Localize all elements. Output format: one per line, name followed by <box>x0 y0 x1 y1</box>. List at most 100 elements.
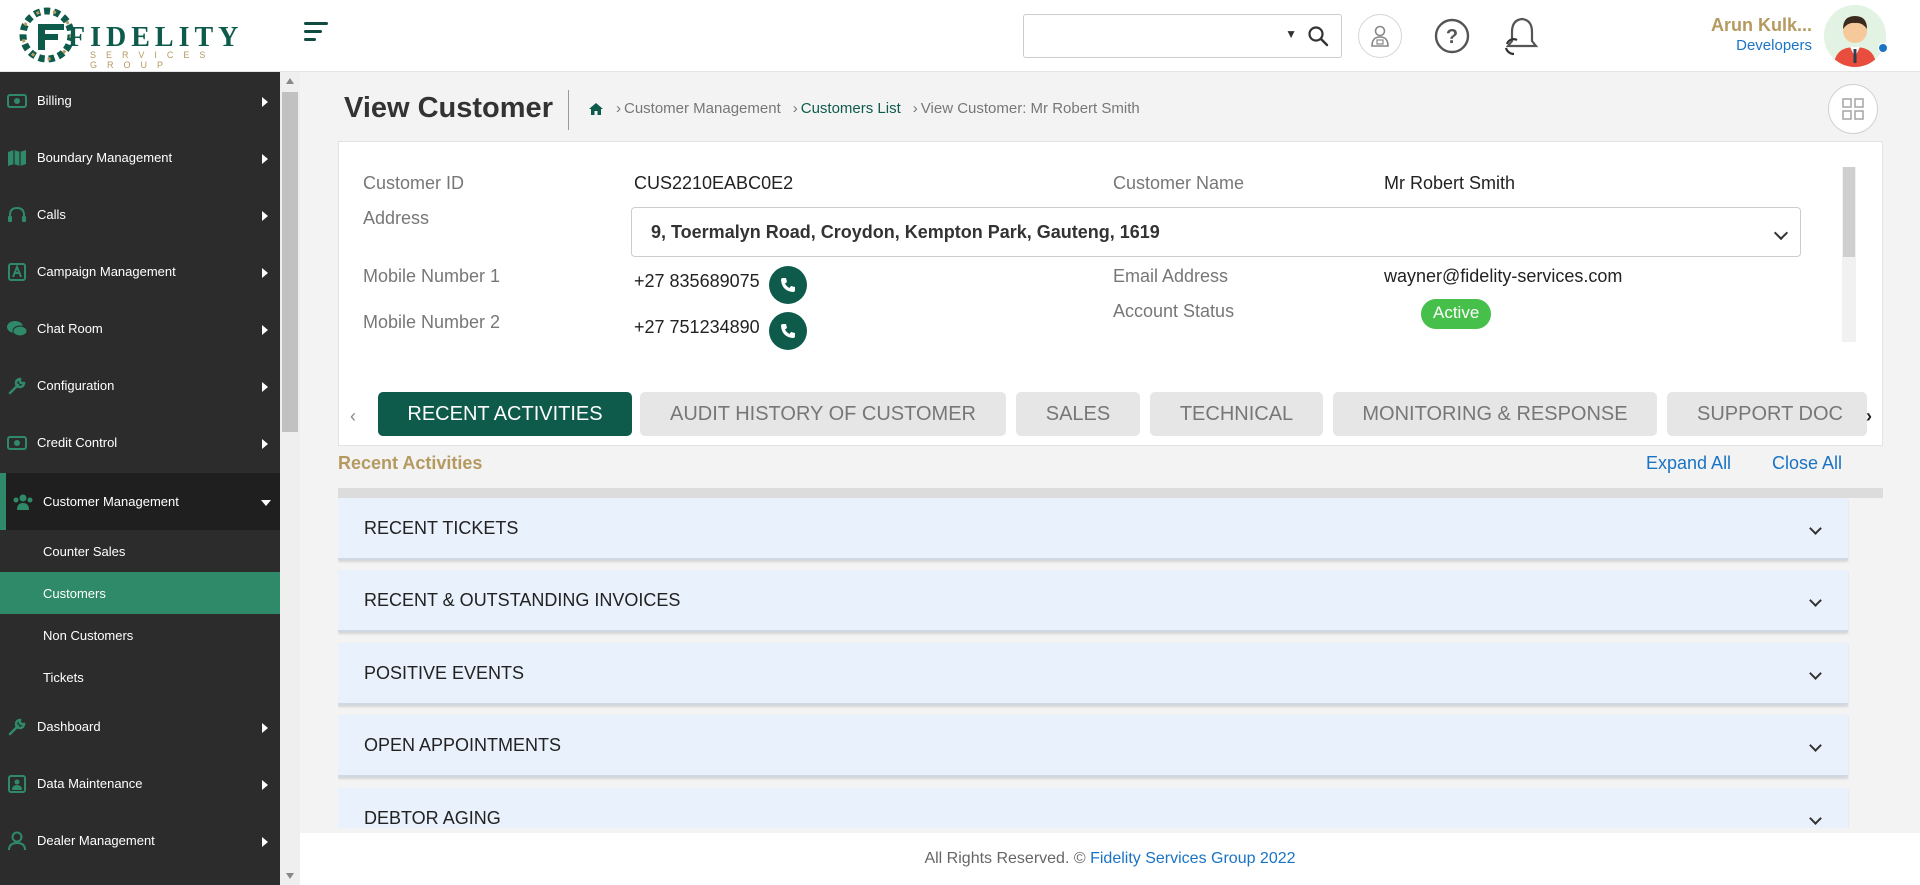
tab-sales[interactable]: SALES <box>1016 392 1140 436</box>
footer-company-link[interactable]: Fidelity Services Group 2022 <box>1090 850 1295 867</box>
search-icon[interactable] <box>1307 25 1329 47</box>
sidebar-scrollbar[interactable] <box>280 72 300 885</box>
avatar-image <box>1824 5 1886 67</box>
agent-status-button[interactable] <box>1358 14 1402 58</box>
accordion-list: RECENT TICKETS RECENT & OUTSTANDING INVO… <box>338 498 1883 828</box>
customer-id-value: CUS2210EABC0E2 <box>634 173 794 193</box>
chevron-down-icon <box>1809 594 1822 607</box>
home-icon[interactable] <box>588 102 604 116</box>
headset-icon <box>6 206 28 224</box>
sidebar-subitem-label: Non Customers <box>43 627 134 643</box>
database-icon <box>6 774 28 793</box>
search-dropdown-icon[interactable]: ▼ <box>1285 27 1297 41</box>
help-button[interactable]: ? <box>1430 14 1474 58</box>
grid-icon <box>1842 98 1864 120</box>
user-name[interactable]: Arun Kulk... <box>1711 15 1812 36</box>
tabs-row: ‹ RECENT ACTIVITIES AUDIT HISTORY OF CUS… <box>338 392 1883 438</box>
scrollbar-thumb[interactable] <box>1843 167 1855 257</box>
sidebar-item-billing[interactable]: Billing <box>0 72 280 129</box>
chevron-right-icon <box>262 154 268 164</box>
sidebar-item-boundary-management[interactable]: Boundary Management <box>0 129 280 186</box>
bell-icon <box>1504 17 1539 56</box>
chevron-down-icon <box>1773 225 1789 241</box>
divider-strip <box>338 488 1883 498</box>
accordion-invoices[interactable]: RECENT & OUTSTANDING INVOICES <box>338 570 1848 632</box>
copyright-text: All Rights Reserved. © <box>924 850 1086 867</box>
customer-name-label: Customer Name <box>1113 173 1245 193</box>
brand-logo[interactable]: FIDELITY SERVICES GROUP <box>18 6 258 70</box>
mobile-number-2-label: Mobile Number 2 <box>363 312 501 332</box>
email-label: Email Address <box>1113 266 1229 286</box>
sidebar-item-label: Credit Control <box>37 435 118 450</box>
layout-toggle-button[interactable] <box>1828 84 1878 134</box>
sidebar-item-dashboard[interactable]: Dashboard <box>0 698 280 755</box>
sidebar-subitem-counter-sales[interactable]: Counter Sales <box>0 530 280 572</box>
accordion-open-appointments[interactable]: OPEN APPOINTMENTS <box>338 715 1848 777</box>
chevron-down-icon <box>1809 739 1822 752</box>
wrench-icon <box>6 718 28 736</box>
sidebar-subitem-non-customers[interactable]: Non Customers <box>0 614 280 656</box>
chevron-down-icon <box>1809 522 1822 535</box>
tab-monitoring-response[interactable]: MONITORING & RESPONSE <box>1333 392 1657 436</box>
breadcrumb-customers-list[interactable]: Customers List <box>801 100 901 117</box>
sidebar-subitem-tickets[interactable]: Tickets <box>0 656 280 698</box>
money-icon <box>6 434 28 452</box>
accordion-title: DEBTOR AGING <box>364 808 501 828</box>
call-mobile-1-button[interactable] <box>769 266 807 304</box>
sidebar-item-configuration[interactable]: Configuration <box>0 357 280 414</box>
breadcrumb-customer-management[interactable]: Customer Management <box>624 100 781 117</box>
section-title: Recent Activities <box>338 453 483 473</box>
wrench-icon <box>6 377 28 395</box>
notifications-button[interactable] <box>1500 14 1544 58</box>
tab-technical[interactable]: TECHNICAL <box>1150 392 1323 436</box>
accordion-recent-tickets[interactable]: RECENT TICKETS <box>338 498 1848 560</box>
accordion-debtor-aging[interactable]: DEBTOR AGING <box>338 788 1848 828</box>
sidebar-subitem-label: Customers <box>43 585 106 601</box>
address-select[interactable]: 9, Toermalyn Road, Croydon, Kempton Park… <box>631 207 1801 257</box>
scroll-up-icon[interactable] <box>286 78 294 84</box>
breadcrumb: › Customer Management › Customers List ›… <box>588 100 1140 117</box>
sidebar-item-dealer-management[interactable]: Dealer Management <box>0 812 280 869</box>
call-mobile-2-button[interactable] <box>769 312 807 350</box>
sidebar-item-chat-room[interactable]: Chat Room <box>0 300 280 357</box>
tab-support-docs[interactable]: SUPPORT DOC <box>1667 392 1867 436</box>
users-icon <box>12 493 34 511</box>
online-status-dot <box>1878 43 1888 53</box>
close-all-button[interactable]: Close All <box>1772 453 1842 474</box>
card-scrollbar[interactable] <box>1842 167 1856 342</box>
accordion-title: RECENT & OUTSTANDING INVOICES <box>364 589 681 610</box>
tab-audit-history[interactable]: AUDIT HISTORY OF CUSTOMER <box>640 392 1006 436</box>
svg-text:?: ? <box>1446 26 1458 48</box>
sidebar-item-calls[interactable]: Calls <box>0 186 280 243</box>
tabs-prev-icon[interactable]: ‹ <box>350 406 356 427</box>
search-input[interactable]: ▼ <box>1023 14 1342 58</box>
accordion-title: OPEN APPOINTMENTS <box>364 734 562 755</box>
mobile-number-1-value: +27 835689075 <box>634 271 760 291</box>
tabs-next-icon[interactable]: › <box>1866 406 1872 427</box>
scroll-down-icon[interactable] <box>286 873 294 879</box>
brand-subtitle: SERVICES GROUP <box>90 50 216 70</box>
expand-all-button[interactable]: Expand All <box>1646 453 1731 474</box>
sidebar-item-label: Customer Management <box>43 494 179 509</box>
sidebar-item-label: Calls <box>37 207 66 222</box>
account-status-label: Account Status <box>1113 301 1235 321</box>
scrollbar-thumb[interactable] <box>282 92 298 432</box>
phone-icon <box>781 278 795 292</box>
avatar[interactable] <box>1824 5 1886 67</box>
accordion-title: POSITIVE EVENTS <box>364 662 525 683</box>
chevron-right-icon <box>262 325 268 335</box>
sidebar: Billing Boundary Management Calls Campai… <box>0 72 280 885</box>
sidebar-item-data-maintenance[interactable]: Data Maintenance <box>0 755 280 812</box>
sidebar-item-credit-control[interactable]: Credit Control <box>0 414 280 471</box>
sidebar-item-label: Dashboard <box>37 719 101 734</box>
menu-toggle-button[interactable] <box>304 22 328 44</box>
sidebar-subitem-customers[interactable]: Customers <box>0 572 280 614</box>
sidebar-item-label: Data Maintenance <box>37 776 143 791</box>
tab-recent-activities[interactable]: RECENT ACTIVITIES <box>378 392 632 436</box>
breadcrumb-current: View Customer: Mr Robert Smith <box>920 100 1140 117</box>
sidebar-item-campaign-management[interactable]: Campaign Management <box>0 243 280 300</box>
breadcrumb-separator: › <box>912 100 918 117</box>
chevron-right-icon <box>262 211 268 221</box>
accordion-positive-events[interactable]: POSITIVE EVENTS <box>338 643 1848 705</box>
sidebar-item-customer-management[interactable]: Customer Management <box>0 473 280 530</box>
